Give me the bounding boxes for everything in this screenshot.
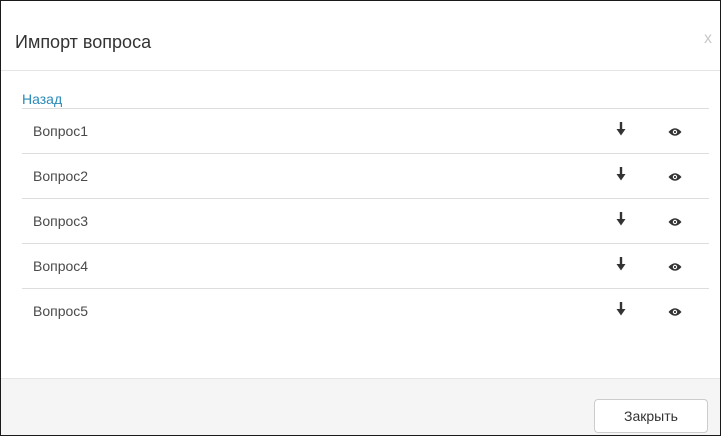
question-row-2: Вопрос2 bbox=[22, 154, 709, 199]
question-row-1: Вопрос1 bbox=[22, 109, 709, 154]
download-arrow-icon[interactable] bbox=[616, 257, 626, 271]
download-arrow-icon[interactable] bbox=[616, 122, 626, 136]
dialog-title: Импорт вопроса bbox=[15, 32, 152, 52]
question-row-5: Вопрос5 bbox=[22, 289, 709, 334]
download-arrow-icon[interactable] bbox=[616, 302, 626, 316]
eye-icon[interactable] bbox=[668, 169, 682, 181]
question-row-4: Вопрос4 bbox=[22, 244, 709, 289]
question-label: Вопрос5 bbox=[33, 303, 89, 319]
back-link[interactable]: Назад bbox=[22, 91, 62, 107]
question-label: Вопрос4 bbox=[33, 258, 89, 274]
question-label: Вопрос3 bbox=[33, 213, 89, 229]
dialog-body: Назад Вопрос1 Вопрос2 Вопрос3 Вопрос4 Во… bbox=[1, 71, 720, 378]
question-list: Вопрос1 Вопрос2 Вопрос3 Вопрос4 Вопрос5 bbox=[22, 108, 709, 334]
dialog-header: Импорт вопроса x bbox=[1, 1, 720, 71]
import-question-dialog: Импорт вопроса x Назад Вопрос1 Вопрос2 В… bbox=[0, 0, 721, 436]
close-button[interactable]: Закрыть bbox=[594, 399, 708, 433]
close-x-icon[interactable]: x bbox=[704, 29, 712, 49]
question-label: Вопрос2 bbox=[33, 168, 89, 184]
download-arrow-icon[interactable] bbox=[616, 167, 626, 181]
eye-icon[interactable] bbox=[668, 304, 682, 316]
eye-icon[interactable] bbox=[668, 124, 682, 136]
question-label: Вопрос1 bbox=[33, 123, 89, 139]
dialog-footer: Закрыть bbox=[1, 378, 720, 435]
question-row-3: Вопрос3 bbox=[22, 199, 709, 244]
download-arrow-icon[interactable] bbox=[616, 212, 626, 226]
eye-icon[interactable] bbox=[668, 259, 682, 271]
eye-icon[interactable] bbox=[668, 214, 682, 226]
